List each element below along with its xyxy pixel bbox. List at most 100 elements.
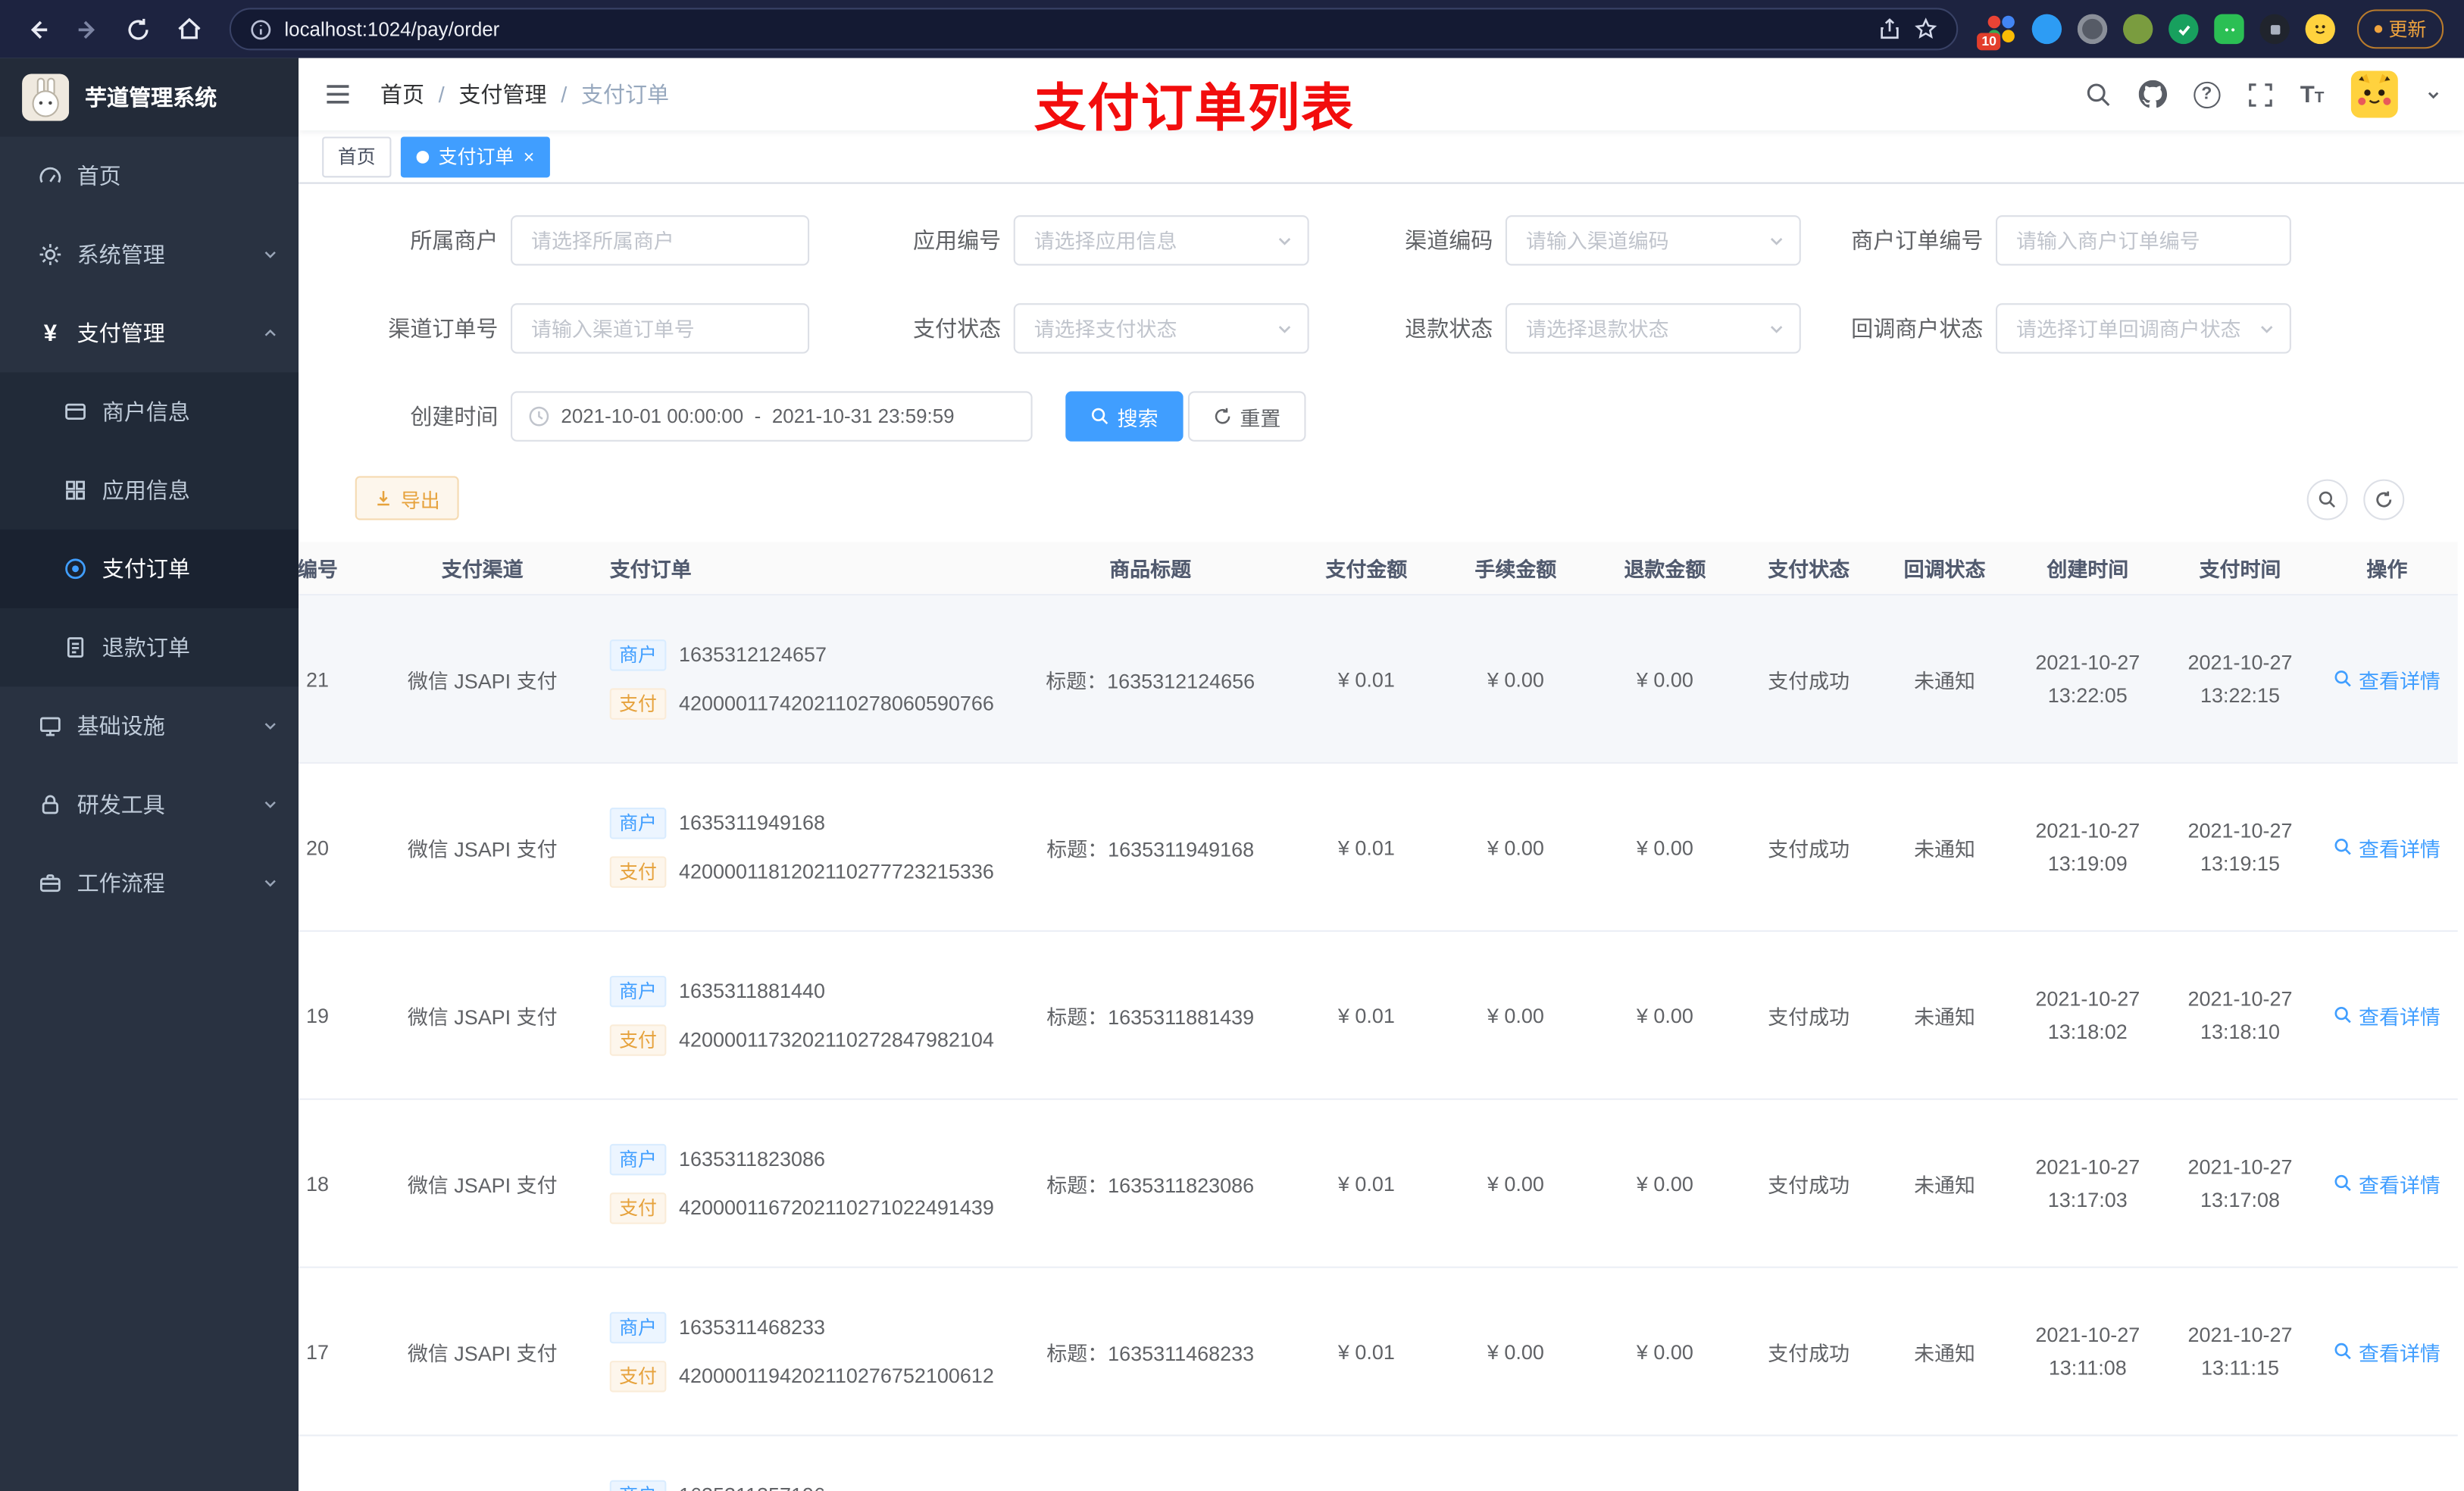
briefcase-icon — [38, 871, 63, 896]
merchant-tag: 商户 — [609, 1311, 667, 1343]
pay-status-select[interactable] — [1013, 303, 1309, 354]
target-icon — [63, 556, 88, 581]
sidebar-item-merchant-info[interactable]: 商户信息 — [0, 373, 299, 452]
extension-icon-green-chat[interactable] — [2214, 14, 2244, 45]
pay-transaction-no: 4200001167202110271022491439 — [679, 1196, 994, 1220]
app-logo[interactable]: 芋道管理系统 — [0, 58, 299, 137]
sidebar-item-home[interactable]: 首页 — [0, 136, 299, 215]
app-select[interactable] — [1013, 215, 1309, 266]
channel-order-no-input[interactable] — [512, 305, 808, 352]
refund-amount: ¥ 0.00 — [1636, 1171, 1693, 1196]
github-icon[interactable] — [2138, 80, 2167, 108]
notify-status: 未通知 — [1914, 668, 1976, 692]
sidebar-item-dev-tools[interactable]: 研发工具 — [0, 765, 299, 844]
notify-status: 未通知 — [1914, 1173, 1976, 1197]
refund-status-select[interactable] — [1505, 303, 1801, 354]
reload-icon[interactable] — [116, 7, 160, 51]
dashboard-icon — [38, 164, 63, 189]
callback-status-select[interactable] — [1995, 303, 2291, 354]
sidebar-item-app-info[interactable]: 应用信息 — [0, 451, 299, 530]
sidebar-item-payment[interactable]: ¥ 支付管理 — [0, 294, 299, 373]
magnifier-icon — [2334, 1174, 2351, 1192]
create-time: 2021-10-27 13:19:09 — [2035, 817, 2140, 876]
header-actions: ? TT — [2085, 70, 2442, 118]
pay-channel: 微信 JSAPI 支付 — [407, 836, 558, 861]
bookmark-star-icon[interactable] — [1914, 17, 1937, 41]
merchant-order-no: 1635311468233 — [679, 1314, 825, 1339]
sidebar-item-workflow[interactable]: 工作流程 — [0, 844, 299, 923]
app-title: 芋道管理系统 — [84, 84, 217, 111]
fee-amount: ¥ 0.00 — [1441, 1436, 1590, 1491]
merchant-tag: 商户 — [609, 639, 667, 670]
tab-pay-order[interactable]: 支付订单 × — [400, 136, 550, 177]
extension-icon-colordots[interactable]: 10 — [1977, 14, 2016, 51]
pay-order-cell: 商户 1635311468233 支付 4200001194202110276752… — [585, 1268, 1009, 1435]
help-icon[interactable]: ? — [2193, 80, 2220, 108]
back-icon[interactable] — [16, 7, 60, 51]
pay-channel: 微信 JSAPI 支付 — [407, 1005, 558, 1029]
date-range-picker[interactable]: 2021-10-01 00:00:00 - 2021-10-31 23:59:5… — [511, 391, 1033, 442]
avatar-dropdown-icon[interactable] — [2425, 86, 2442, 103]
order-id: 21 — [305, 667, 329, 691]
view-detail-link[interactable]: 查看详情 — [2334, 664, 2441, 693]
extension-icon-gray[interactable] — [2077, 14, 2108, 45]
table-header-row: 编号 支付渠道 支付订单 商品标题 支付金额 手续金额 退款金额 支付状态 回调… — [299, 542, 2458, 596]
notify-status: 未通知 — [1878, 1436, 2011, 1491]
home-icon[interactable] — [167, 7, 211, 51]
sidebar-item-infrastructure[interactable]: 基础设施 — [0, 686, 299, 765]
pay-status: 支付成功 — [1768, 1173, 1850, 1197]
view-detail-link[interactable]: 查看详情 — [2334, 1168, 2441, 1198]
forward-icon[interactable] — [66, 7, 110, 51]
extension-icon-blue[interactable] — [2031, 14, 2062, 45]
channel-code-select[interactable] — [1505, 215, 1801, 266]
product-title: 标题：1635311881439 — [1046, 1005, 1255, 1029]
extension-icon-green-check[interactable] — [2169, 14, 2199, 45]
merchant-input[interactable] — [512, 217, 808, 264]
breadcrumb-home[interactable]: 首页 — [380, 79, 424, 110]
create-time: 2021-10-27 13:18:02 — [2035, 986, 2140, 1044]
extension-icon-emoji[interactable] — [2305, 14, 2335, 45]
extensions-cluster: 10 — [1977, 14, 2335, 51]
font-size-icon[interactable]: TT — [2300, 81, 2325, 108]
table-row: 18 微信 JSAPI 支付 商户 1635311823086 支付 4200001… — [299, 1100, 2458, 1268]
sidebar-item-refund-order[interactable]: 退款订单 — [0, 608, 299, 687]
select-arrow-icon — [2261, 326, 2273, 333]
address-bar[interactable]: localhost:1024/pay/order — [229, 8, 1959, 51]
tab-home[interactable]: 首页 — [322, 136, 392, 177]
pay-channel: 微信 JSAPI 支付 — [407, 1341, 558, 1365]
view-detail-link[interactable]: 查看详情 — [2334, 832, 2441, 861]
share-icon[interactable] — [1878, 17, 1901, 41]
site-info-icon[interactable] — [250, 18, 272, 40]
pay-tag: 支付 — [609, 1192, 667, 1224]
sidebar-item-system[interactable]: 系统管理 — [0, 215, 299, 294]
refund-status-label: 退款状态 — [1405, 315, 1493, 342]
extension-icon-olive[interactable] — [2122, 14, 2153, 45]
merchant-order-no-input[interactable] — [1997, 217, 2290, 264]
export-button[interactable]: 导出 — [355, 476, 459, 520]
table-row: 21 微信 JSAPI 支付 商户 1635312124657 支付 4200001… — [299, 595, 2458, 764]
avatar[interactable] — [2350, 70, 2398, 118]
search-icon[interactable] — [2085, 81, 2112, 108]
gear-icon — [38, 242, 63, 267]
fee-amount: ¥ 0.00 — [1487, 1003, 1544, 1027]
view-detail-link[interactable]: 查看详情 — [2334, 1000, 2441, 1030]
active-tab-dot — [416, 150, 430, 163]
close-icon[interactable]: × — [524, 147, 535, 166]
view-detail-link[interactable]: 查看详情 — [2334, 1336, 2441, 1366]
document-icon — [63, 635, 88, 660]
merchant-input-wrap — [511, 215, 810, 266]
table-row: 17 微信 JSAPI 支付 商户 1635311468233 支付 4200001… — [299, 1268, 2458, 1436]
clock-icon — [528, 405, 550, 427]
update-button[interactable]: 更新 — [2356, 9, 2444, 49]
browser-toolbar: localhost:1024/pay/order 10 更新 — [0, 0, 2464, 58]
sidebar-item-pay-order[interactable]: 支付订单 — [0, 529, 299, 608]
extension-icon-dark[interactable] — [2259, 14, 2290, 45]
search-button[interactable]: 搜索 — [1065, 391, 1184, 442]
hamburger-icon[interactable] — [321, 77, 355, 112]
fullscreen-icon[interactable] — [2247, 81, 2273, 108]
toggle-search-button[interactable] — [2306, 479, 2348, 520]
reset-button[interactable]: 重置 — [1187, 391, 1306, 442]
refresh-table-button[interactable] — [2363, 479, 2405, 520]
pay-order-cell: 商户 1635311881440 支付 4200001173202110272847… — [585, 932, 1009, 1099]
breadcrumb-pay-mgmt[interactable]: 支付管理 — [458, 79, 546, 110]
